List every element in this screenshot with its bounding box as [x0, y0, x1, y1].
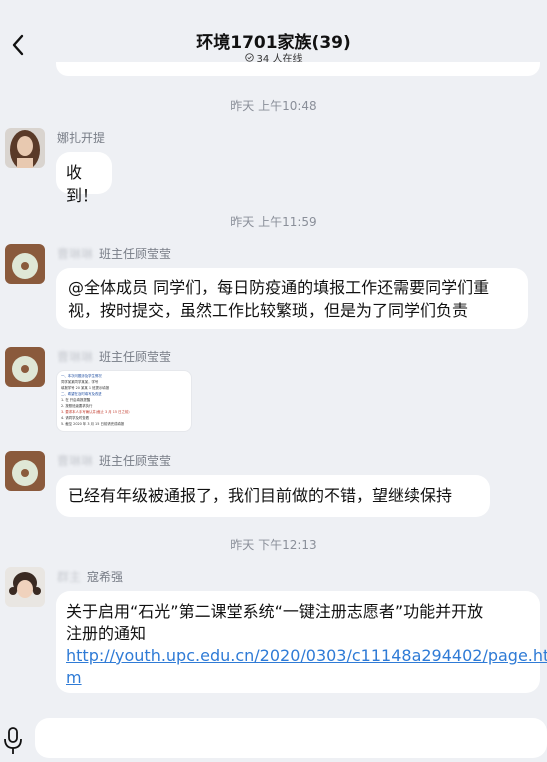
- message-bubble[interactable]: 已经有年级被通报了，我们目前做的不错，望继续保持: [56, 475, 490, 517]
- avatar[interactable]: [5, 567, 45, 607]
- message-bubble[interactable]: 收到！: [56, 152, 112, 205]
- sender-name: 曹琳琳 班主任顾莹莹: [57, 452, 171, 469]
- sender-label: 寇希强: [87, 570, 124, 584]
- sender-name: 曹琳琳 班主任顾莹莹: [57, 245, 171, 262]
- sender-nickname: 曹琳琳: [57, 454, 94, 468]
- message-bubble[interactable]: @全体成员 同学们，每日防疫通的填报工作还需要同学们重 视，按时提交，虽然工作比…: [56, 268, 528, 329]
- message-link[interactable]: m: [66, 668, 82, 687]
- sender-name: 曹琳琳 班主任顾莹莹: [57, 348, 171, 365]
- user-photo-avatar: [5, 128, 45, 168]
- message-text-line: 注册的通知: [66, 624, 147, 643]
- message-link[interactable]: http://youth.upc.edu.cn/2020/0303/c11148…: [66, 646, 547, 665]
- sender-label: 班主任顾莹莹: [99, 350, 172, 364]
- avatar[interactable]: [5, 451, 45, 491]
- image-message[interactable]: 一、本次问题涉及学生情况 同学某某同学某某，学号 填报学号 20 某某 1 班提…: [56, 370, 192, 432]
- sender-label: 班主任顾莹莹: [99, 454, 172, 468]
- chat-header: 环境1701家族(39) 34 人在线: [0, 0, 547, 70]
- sender-label: 班主任顾莹莹: [99, 247, 172, 261]
- avatar[interactable]: [5, 244, 45, 284]
- microphone-icon: [4, 727, 22, 754]
- timestamp: 昨天 下午12:13: [230, 538, 317, 552]
- timestamp: 昨天 上午11:59: [230, 215, 317, 229]
- jade-pendant-avatar: [5, 451, 45, 491]
- message-input[interactable]: [35, 718, 547, 758]
- timestamp: 昨天 上午10:48: [230, 99, 317, 113]
- sender-nickname: 曹琳琳: [57, 247, 94, 261]
- check-circle-icon: [244, 53, 254, 62]
- image-text-line: 5. 截至 2020 年 3 月 15 日前请完成填报: [61, 422, 125, 426]
- avatar[interactable]: [5, 347, 45, 387]
- message-text-line: 关于启用“石光”第二课堂系统“一键注册志愿者”功能并开放: [66, 602, 484, 621]
- jade-pendant-avatar: [5, 244, 45, 284]
- input-bar: [0, 708, 547, 762]
- sender-label: 娜扎开提: [57, 131, 106, 145]
- message-text: 已经有年级被通报了，我们目前做的不错，望继续保持: [68, 486, 453, 505]
- jade-pendant-avatar: [5, 347, 45, 387]
- image-document-preview: 一、本次问题涉及学生情况 同学某某同学某某，学号 填报学号 20 某某 1 班提…: [57, 371, 191, 429]
- avatar[interactable]: [5, 128, 45, 168]
- message-text: 收到！: [66, 163, 99, 205]
- sender-name: 群主 寇希强: [57, 568, 123, 585]
- sender-nickname: 群主: [57, 570, 82, 584]
- voice-button[interactable]: [2, 726, 24, 756]
- child-photo-avatar: [5, 567, 45, 607]
- message-text-line: @全体成员 同学们，每日防疫通的填报工作还需要同学们重: [68, 278, 490, 297]
- sender-name: 娜扎开提: [57, 129, 105, 146]
- message-text-line: 视，按时提交，虽然工作比较繁琐，但是为了同学们负责: [68, 301, 469, 320]
- message-bubble[interactable]: 关于启用“石光”第二课堂系统“一键注册志愿者”功能并开放 注册的通知 http:…: [56, 591, 547, 693]
- sender-nickname: 曹琳琳: [57, 350, 94, 364]
- previous-message-bubble[interactable]: [56, 62, 540, 76]
